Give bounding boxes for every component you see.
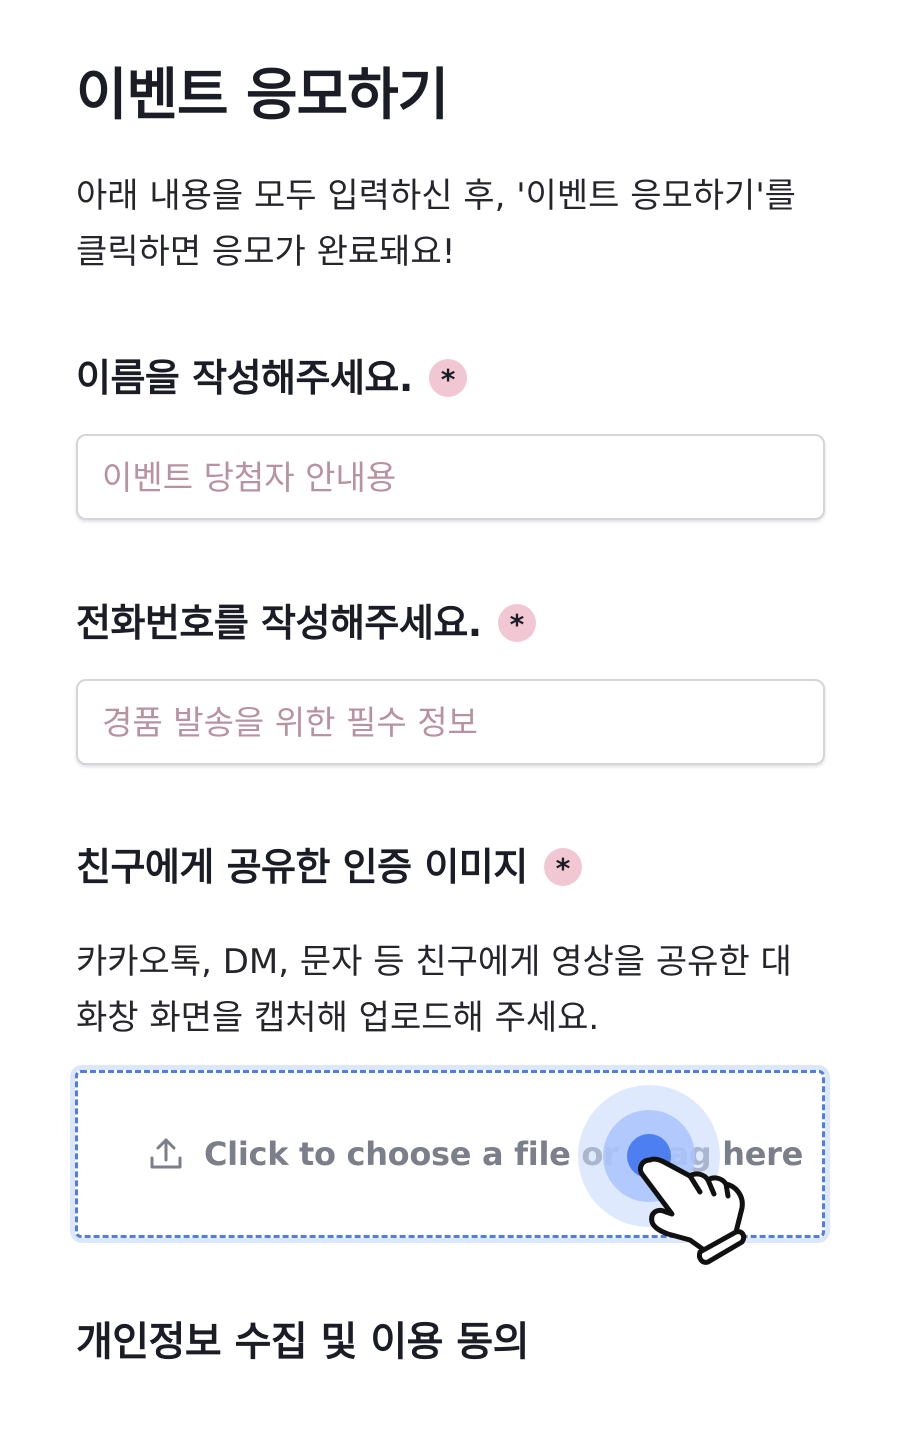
share-image-help-text: 카카오톡, DM, 문자 등 친구에게 영상을 공유한 대화창 화면을 캡처해 …	[76, 942, 792, 1038]
page-title: 이벤트 응모하기	[76, 63, 449, 128]
phone-input[interactable]	[76, 679, 825, 765]
phone-field-label: 전화번호를 작성해주세요. *	[76, 597, 536, 649]
dropzone-label: Click to choose a file or drag here	[204, 1135, 803, 1173]
name-field-label: 이름을 작성해주세요. *	[76, 352, 467, 404]
file-dropzone[interactable]: Click to choose a file or drag here	[70, 1065, 830, 1243]
required-badge: *	[543, 848, 582, 886]
phone-field-label-text: 전화번호를 작성해주세요.	[76, 601, 482, 645]
required-badge: *	[497, 604, 536, 642]
share-image-field-label: 친구에게 공유한 인증 이미지 *	[76, 841, 582, 893]
file-dropzone-area[interactable]: Click to choose a file or drag here	[75, 1070, 825, 1238]
privacy-consent-heading: 개인정보 수집 및 이용 동의	[76, 1319, 530, 1365]
name-input[interactable]	[76, 434, 825, 520]
required-badge: *	[428, 359, 467, 397]
upload-icon	[150, 1138, 182, 1169]
name-field-label-text: 이름을 작성해주세요.	[76, 356, 413, 400]
share-image-field-label-text: 친구에게 공유한 인증 이미지	[76, 845, 528, 889]
intro-text: 아래 내용을 모두 입력하신 후, '이벤트 응모하기'를 클릭하면 응모가 완…	[76, 176, 796, 272]
